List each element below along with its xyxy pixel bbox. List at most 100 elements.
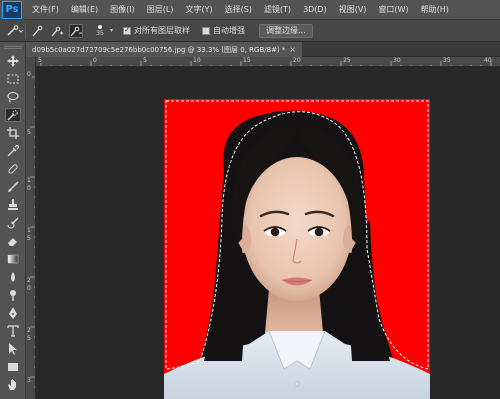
add-to-selection-button[interactable] xyxy=(50,24,64,38)
ruler-left-label: 0 xyxy=(27,185,31,192)
shape-tool[interactable] xyxy=(5,360,21,374)
blur-tool[interactable] xyxy=(5,270,21,284)
quick-selection-tool[interactable] xyxy=(5,108,21,122)
ruler-top-label: 10 xyxy=(193,57,201,64)
ruler-left-label: 3 xyxy=(27,377,31,384)
photoshop-logo: Ps xyxy=(2,0,22,19)
menu-select[interactable]: 选择(S) xyxy=(225,4,252,15)
ruler-top-label: 20 xyxy=(293,57,301,64)
ruler-top-label: 5 xyxy=(143,57,147,64)
horizontal-ruler[interactable]: 5 0 5 10 15 20 25 30 35 40 xyxy=(36,57,500,67)
subtract-from-selection-icon xyxy=(70,26,82,36)
document-tab-bar: d09b5c0a027d72709c5e276bb0c00756.jpg @ 3… xyxy=(26,42,500,57)
ruler-top-label: 5 xyxy=(38,57,42,64)
move-icon xyxy=(7,55,19,67)
marquee-tool[interactable] xyxy=(5,72,21,86)
subtract-from-selection-button[interactable] xyxy=(69,23,83,38)
menu-filter[interactable]: 滤镜(T) xyxy=(264,4,291,15)
ruler-left-label: 5 xyxy=(27,235,31,242)
clone-stamp-tool[interactable] xyxy=(5,198,21,212)
tools-panel xyxy=(0,42,26,399)
eraser-icon xyxy=(8,238,17,246)
ruler-top-label: 25 xyxy=(343,57,351,64)
rectangle-icon xyxy=(8,363,18,371)
document-tab-title: d09b5c0a027d72709c5e276bb0c00756.jpg @ 3… xyxy=(32,45,286,54)
document-tab[interactable]: d09b5c0a027d72709c5e276bb0c00756.jpg @ 3… xyxy=(26,42,302,57)
menu-bar: Ps 文件(F) 编辑(E) 图像(I) 图层(L) 文字(Y) 选择(S) 滤… xyxy=(0,0,500,20)
dodge-icon xyxy=(10,290,16,301)
brush-tip-icon xyxy=(98,24,102,29)
ruler-top-label: 40 xyxy=(484,57,492,64)
type-icon xyxy=(7,325,19,337)
marquee-icon xyxy=(7,74,19,84)
ruler-left-label: 5 xyxy=(27,335,31,342)
tool-preset-picker[interactable] xyxy=(4,22,26,39)
menu-file[interactable]: 文件(F) xyxy=(32,4,59,15)
portrait-photo xyxy=(164,99,430,399)
pen-icon xyxy=(9,307,17,319)
brush-size-value: 35 xyxy=(96,29,104,37)
crop-tool[interactable] xyxy=(5,126,21,140)
path-selection-tool[interactable] xyxy=(5,342,21,356)
eyedropper-tool[interactable] xyxy=(5,144,21,158)
ruler-top-label: 15 xyxy=(243,57,251,64)
bandage-icon xyxy=(8,164,18,174)
menu-edit[interactable]: 编辑(E) xyxy=(71,4,98,15)
horizontal-ruler-ticks xyxy=(40,61,492,66)
ruler-top-label: 35 xyxy=(443,57,451,64)
refine-edge-button[interactable]: 调整边缘... xyxy=(259,23,313,38)
quick-selection-icon xyxy=(6,24,23,36)
gradient-tool[interactable] xyxy=(5,252,21,266)
path-selection-icon xyxy=(9,343,17,355)
lasso-icon xyxy=(7,92,19,103)
add-to-selection-icon xyxy=(51,26,63,36)
ruler-left-label: 2 xyxy=(27,277,31,284)
stamp-icon xyxy=(8,199,18,210)
menu-window[interactable]: 窗口(W) xyxy=(378,4,408,15)
healing-brush-tool[interactable] xyxy=(5,162,21,176)
menu-help[interactable]: 帮助(H) xyxy=(421,4,449,15)
type-tool[interactable] xyxy=(5,324,21,338)
eyedropper-icon xyxy=(7,145,19,157)
ruler-left-label: 1 xyxy=(27,177,31,184)
menu-image[interactable]: 图像(I) xyxy=(110,4,135,15)
lasso-tool[interactable] xyxy=(5,90,21,104)
panel-grip xyxy=(4,46,22,49)
ruler-left-label: 2 xyxy=(27,327,31,334)
hand-tool[interactable] xyxy=(5,378,21,392)
ruler-top-label: 30 xyxy=(393,57,401,64)
quick-selection-tool-icon xyxy=(7,110,18,121)
auto-enhance-checkbox[interactable] xyxy=(202,26,211,35)
ruler-left-label: 0 xyxy=(27,71,31,78)
auto-enhance-label: 自动增强 xyxy=(213,26,246,35)
eraser-tool[interactable] xyxy=(5,234,21,248)
drop-icon xyxy=(11,272,15,282)
ruler-top-label: 0 xyxy=(93,57,97,64)
ruler-left-label: 0 xyxy=(27,285,31,292)
ruler-left-label: 5 xyxy=(27,129,31,136)
move-tool[interactable] xyxy=(5,54,21,68)
vertical-ruler[interactable]: 0 5 1 0 1 5 2 0 2 5 3 xyxy=(26,57,36,399)
history-brush-tool[interactable] xyxy=(5,216,21,230)
brush-dropdown-arrow[interactable]: ▾ xyxy=(110,27,113,34)
dodge-tool[interactable] xyxy=(5,288,21,302)
new-selection-button[interactable] xyxy=(31,24,45,38)
brush-icon xyxy=(8,181,19,192)
crop-icon xyxy=(7,127,19,139)
document-canvas[interactable] xyxy=(164,99,430,399)
ruler-left-label: 1 xyxy=(27,227,31,234)
sample-all-layers-label: 对所有图层取样 xyxy=(134,26,191,35)
menu-view[interactable]: 视图(V) xyxy=(339,4,367,15)
history-brush-icon xyxy=(7,217,19,229)
menu-type[interactable]: 文字(Y) xyxy=(185,4,212,15)
sample-all-layers-checkbox[interactable]: ✓ xyxy=(123,26,132,35)
new-selection-icon xyxy=(32,25,43,36)
pen-tool[interactable] xyxy=(5,306,21,320)
menu-layer[interactable]: 图层(L) xyxy=(147,4,174,15)
close-icon[interactable]: × xyxy=(289,45,296,54)
menu-3d[interactable]: 3D(D) xyxy=(303,5,327,14)
hand-icon xyxy=(8,379,16,390)
brush-tool[interactable] xyxy=(5,180,21,194)
brush-size-picker[interactable]: 35 xyxy=(91,23,109,39)
gradient-icon xyxy=(7,254,19,264)
